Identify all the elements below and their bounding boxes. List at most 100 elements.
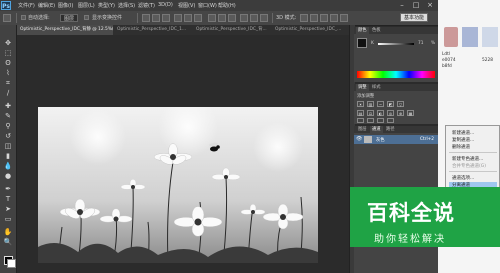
posterize-icon[interactable] bbox=[367, 118, 374, 123]
document-tab[interactable]: Optimistic_Perspective_IDC_... bbox=[272, 25, 349, 35]
align-middle-icon[interactable] bbox=[152, 14, 160, 22]
document-tab-active[interactable]: Optimistic_Perspective_IDC_背静 @ 12.5%(灰色… bbox=[17, 25, 113, 35]
levels-icon[interactable]: ▥ bbox=[367, 101, 374, 107]
menu-help[interactable]: 帮助(H) bbox=[218, 2, 236, 9]
distribute-top-icon[interactable] bbox=[208, 14, 216, 22]
blur-tool-icon[interactable]: 💧 bbox=[3, 162, 13, 170]
menu-edit[interactable]: 编辑(E) bbox=[38, 2, 55, 9]
menu-image[interactable]: 图像(I) bbox=[58, 2, 73, 9]
menu-item-new-spot-channel[interactable]: 新建专色通道... bbox=[452, 156, 483, 162]
foreground-color-swatch[interactable] bbox=[357, 38, 367, 48]
3d-pan-icon[interactable] bbox=[320, 14, 328, 22]
menu-item-channel-options[interactable]: 通道选项... bbox=[452, 175, 474, 181]
auto-select-dropdown[interactable]: 图层 bbox=[60, 14, 79, 22]
3d-roll-icon[interactable] bbox=[310, 14, 318, 22]
gradient-map-icon[interactable] bbox=[387, 118, 394, 123]
threshold-icon[interactable] bbox=[377, 118, 384, 123]
color-slider[interactable] bbox=[378, 43, 414, 45]
align-bottom-icon[interactable] bbox=[162, 14, 170, 22]
background-color-swatch[interactable] bbox=[7, 259, 16, 268]
tab-adjustments[interactable]: 调整 bbox=[356, 84, 369, 91]
vibrance-icon[interactable]: ▽ bbox=[397, 101, 404, 107]
move-tool-icon[interactable]: ✥ bbox=[3, 39, 13, 47]
curves-icon[interactable]: ∽ bbox=[377, 101, 384, 107]
3d-scale-icon[interactable] bbox=[340, 14, 348, 22]
invert-icon[interactable] bbox=[357, 118, 364, 123]
hand-tool-icon[interactable]: ✋ bbox=[3, 228, 13, 236]
clone-stamp-tool-icon[interactable]: ⚲ bbox=[3, 122, 13, 130]
history-brush-tool-icon[interactable]: ↺ bbox=[3, 132, 13, 140]
lasso-tool-icon[interactable]: ʘ bbox=[3, 59, 13, 67]
color-ramp[interactable] bbox=[357, 71, 435, 78]
channel-row[interactable]: 👁 灰色 Ctrl+2 bbox=[354, 135, 438, 144]
document-tab[interactable]: Optimistic_Perspective_IDC_1... bbox=[114, 25, 192, 35]
color-value[interactable]: 71 bbox=[418, 41, 423, 46]
flower-photo[interactable] bbox=[38, 107, 318, 263]
distribute-center-icon[interactable] bbox=[250, 14, 258, 22]
tab-color[interactable]: 颜色 bbox=[356, 27, 369, 34]
align-left-icon[interactable] bbox=[174, 14, 182, 22]
crop-tool-icon[interactable]: ⌗ bbox=[3, 79, 13, 87]
visibility-eye-icon[interactable]: 👁 bbox=[356, 136, 362, 142]
menu-view[interactable]: 视图(V) bbox=[178, 2, 195, 9]
menu-item-duplicate-channel[interactable]: 复制通道... bbox=[452, 137, 474, 143]
eraser-tool-icon[interactable]: ◫ bbox=[3, 142, 13, 150]
brush-tool-icon[interactable]: ✎ bbox=[3, 112, 13, 120]
auto-select-checkbox[interactable] bbox=[21, 15, 26, 20]
quick-select-tool-icon[interactable]: ⌇ bbox=[3, 69, 13, 77]
menu-3d[interactable]: 3D(D) bbox=[158, 2, 173, 8]
shape-tool-icon[interactable]: ▭ bbox=[3, 215, 13, 223]
tab-channels[interactable]: 通道 bbox=[370, 126, 383, 133]
gradient-tool-icon[interactable]: ▮ bbox=[3, 152, 13, 160]
workspace-dropdown[interactable]: 基本功能 bbox=[400, 13, 429, 22]
brightness-icon[interactable]: ☀ bbox=[357, 101, 364, 107]
align-top-icon[interactable] bbox=[142, 14, 150, 22]
hue-saturation-icon[interactable]: ▤ bbox=[357, 110, 364, 116]
distribute-right-icon[interactable] bbox=[260, 14, 268, 22]
document-tab[interactable]: Optimistic_Perspective_IDC_背... bbox=[193, 25, 271, 35]
type-tool-icon[interactable]: T bbox=[3, 195, 13, 203]
maximize-icon[interactable]: □ bbox=[409, 0, 423, 10]
3d-mode-label: 3D 模式: bbox=[276, 15, 297, 21]
file-thumbnail[interactable] bbox=[482, 27, 498, 47]
distribute-middle-icon[interactable] bbox=[218, 14, 226, 22]
path-select-tool-icon[interactable]: ➤ bbox=[3, 205, 13, 213]
black-white-icon[interactable]: ◐ bbox=[377, 110, 384, 116]
pen-tool-icon[interactable]: ✒ bbox=[3, 185, 13, 193]
align-right-icon[interactable] bbox=[194, 14, 202, 22]
minimize-icon[interactable]: – bbox=[395, 0, 409, 10]
tab-paths[interactable]: 路径 bbox=[384, 126, 397, 133]
photo-filter-icon[interactable]: ◎ bbox=[387, 110, 394, 116]
menu-item-new-channel[interactable]: 新建通道... bbox=[452, 130, 474, 136]
close-icon[interactable]: × bbox=[423, 0, 437, 10]
menu-filter[interactable]: 滤镜(T) bbox=[138, 2, 155, 9]
file-label: 5228 bbox=[482, 58, 493, 63]
distribute-bottom-icon[interactable] bbox=[228, 14, 236, 22]
dodge-tool-icon[interactable]: ● bbox=[3, 172, 13, 180]
3d-slide-icon[interactable] bbox=[330, 14, 338, 22]
align-center-icon[interactable] bbox=[184, 14, 192, 22]
marquee-tool-icon[interactable]: ⬚ bbox=[3, 49, 13, 57]
healing-brush-tool-icon[interactable]: ✚ bbox=[3, 102, 13, 110]
menu-file[interactable]: 文件(F) bbox=[18, 2, 35, 9]
color-lookup-icon[interactable]: ▦ bbox=[407, 110, 414, 116]
menu-select[interactable]: 选择(S) bbox=[118, 2, 135, 9]
color-balance-icon[interactable]: ⚖ bbox=[367, 110, 374, 116]
tab-styles[interactable]: 样式 bbox=[370, 84, 383, 91]
distribute-left-icon[interactable] bbox=[240, 14, 248, 22]
eyedropper-tool-icon[interactable]: ∕ bbox=[3, 89, 13, 97]
file-thumbnail[interactable] bbox=[462, 27, 478, 47]
channel-mixer-icon[interactable]: ⊕ bbox=[397, 110, 404, 116]
3d-rotate-icon[interactable] bbox=[300, 14, 308, 22]
tab-layers[interactable]: 图层 bbox=[356, 126, 369, 133]
tab-swatches[interactable]: 色板 bbox=[370, 27, 383, 34]
menu-item-delete-channel[interactable]: 删除通道 bbox=[452, 144, 470, 150]
show-transform-checkbox[interactable] bbox=[84, 15, 89, 20]
zoom-tool-icon[interactable]: 🔍 bbox=[3, 238, 13, 246]
move-tool-icon[interactable] bbox=[3, 14, 11, 22]
menu-layer[interactable]: 图层(L) bbox=[78, 2, 95, 9]
menu-type[interactable]: 类型(Y) bbox=[98, 2, 115, 9]
exposure-icon[interactable]: ◩ bbox=[387, 101, 394, 107]
menu-window[interactable]: 窗口(W) bbox=[198, 2, 217, 9]
file-thumbnail[interactable] bbox=[444, 27, 458, 47]
